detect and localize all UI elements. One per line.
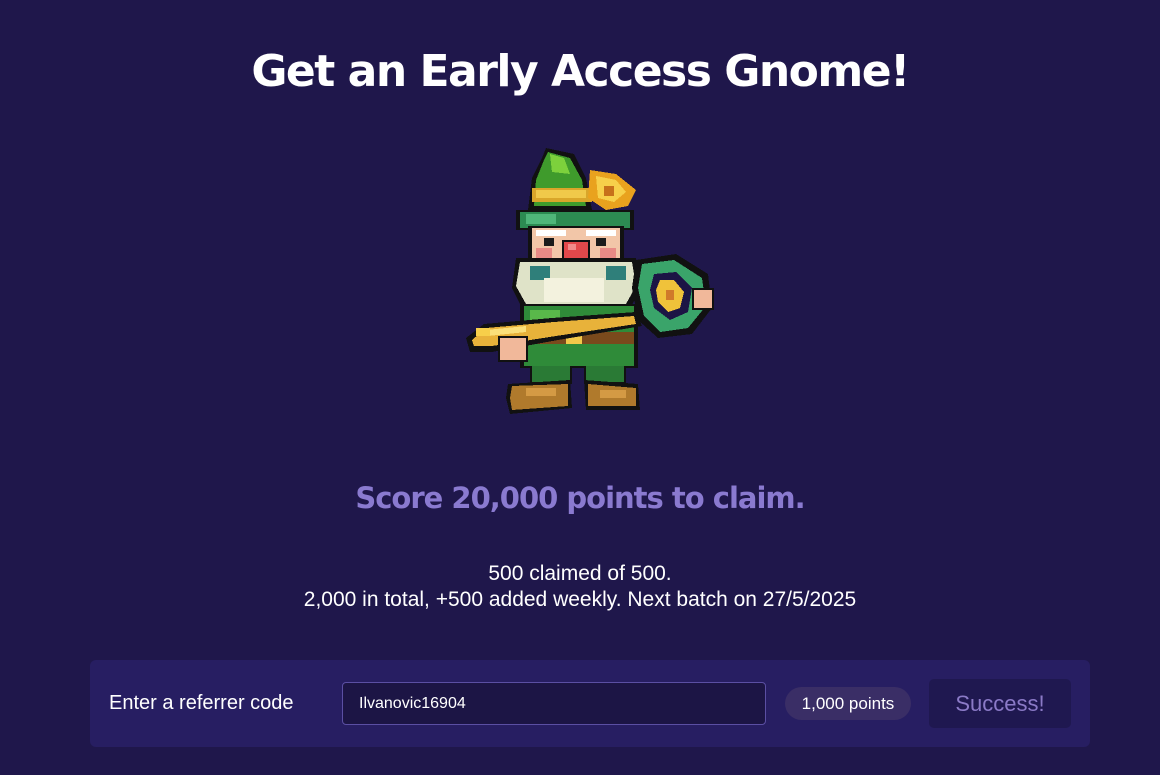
referrer-code-input[interactable] [342, 682, 766, 725]
score-requirement: Score 20,000 points to claim. [355, 481, 805, 515]
referrer-panel: Enter a referrer code 1,000 points Succe… [90, 660, 1090, 747]
claimed-count-text: 500 claimed of 500. [488, 562, 672, 585]
page-title: Get an Early Access Gnome! [251, 46, 910, 97]
referrer-label: Enter a referrer code [109, 692, 294, 714]
success-button[interactable]: Success! [929, 679, 1071, 728]
batch-info-text: 2,000 in total, +500 added weekly. Next … [303, 588, 857, 611]
points-badge: 1,000 points [785, 687, 911, 720]
claim-status: 500 claimed of 500. 2,000 in total, +500… [0, 561, 1160, 613]
gnome-image [466, 148, 718, 414]
